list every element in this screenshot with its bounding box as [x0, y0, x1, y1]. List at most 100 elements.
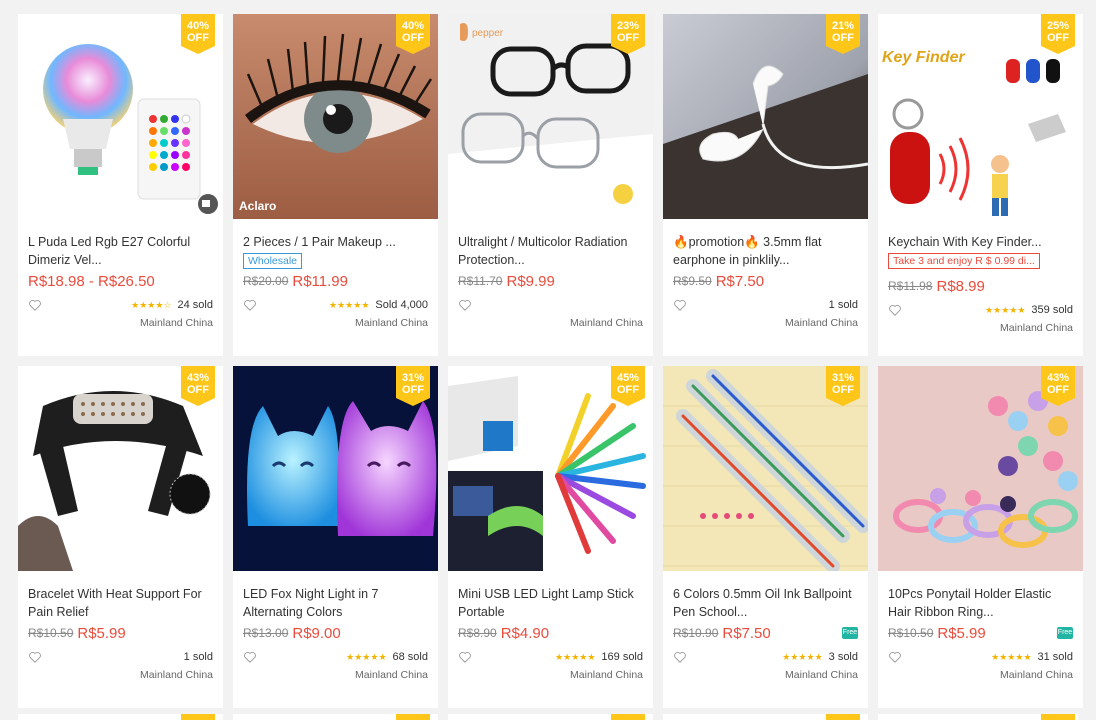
product-card[interactable]: Key Finder 25% OFF Keychain With Key Find… — [878, 14, 1083, 356]
current-price: R$11.99 — [292, 272, 348, 290]
heart-icon[interactable] — [243, 650, 257, 664]
svg-text:Key Finder: Key Finder — [882, 49, 965, 66]
ship-location: Mainland China — [355, 669, 428, 681]
discount-badge: 31% OFF — [396, 366, 430, 406]
product-image[interactable]: pepper 23% OFF — [448, 14, 653, 219]
heart-icon[interactable] — [888, 303, 902, 317]
sold-count: Sold 4,000 — [375, 299, 428, 311]
product-image[interactable]: 40% OFF — [18, 14, 223, 219]
heart-icon[interactable] — [888, 650, 902, 664]
meta-row: ★★★★★ 68 sold — [243, 649, 428, 665]
heart-icon[interactable] — [673, 298, 687, 312]
price-row: R$10.90 R$7.50 Free — [673, 623, 858, 643]
product-grid: 40% OFF L Puda Led Rgb E27 Colorful Dimer… — [18, 14, 1083, 708]
product-card[interactable]: 45% OFF Mini USB LED Light Lamp Stick Por… — [448, 366, 653, 708]
rating-stars: ★★★★★ — [985, 304, 1026, 315]
ship-location: Mainland China — [570, 317, 643, 329]
product-title[interactable]: Mini USB LED Light Lamp Stick Portable — [458, 585, 643, 621]
product-image[interactable]: 31% OFF — [233, 366, 438, 571]
product-card[interactable]: 31% OFF 6 Colors 0.5mm Oil Ink Ballpoint … — [663, 366, 868, 708]
current-price: R$5.99 — [937, 624, 986, 642]
current-price: R$7.50 — [715, 272, 765, 290]
product-image[interactable]: 43% OFF — [878, 366, 1083, 571]
original-price: R$10.50 — [28, 626, 74, 640]
product-title[interactable]: LED Fox Night Light in 7 Alternating Col… — [243, 585, 428, 621]
ship-location: Mainland China — [140, 669, 213, 681]
product-card[interactable]: 40% OFF L Puda Led Rgb E27 Colorful Dimer… — [18, 14, 223, 356]
sold-count: 1 sold — [183, 651, 213, 663]
heart-icon[interactable] — [243, 298, 257, 312]
product-card[interactable]: 43% OFF 10Pcs Ponytail Holder Elastic Hai… — [878, 366, 1083, 708]
heart-icon[interactable] — [673, 650, 687, 664]
heart-icon[interactable] — [458, 298, 472, 312]
current-price: R$4.90 — [500, 624, 550, 642]
current-price: R$18.98 - R$26.50 — [28, 272, 155, 290]
ship-location: Mainland China — [1000, 322, 1073, 334]
discount-badge: 45% OFF — [611, 366, 645, 406]
meta-row — [458, 297, 643, 313]
product-image[interactable]: 43% OFF — [18, 366, 223, 571]
rating-stars: ★★★★★ — [346, 651, 387, 662]
discount-badge: 31% OFF — [826, 366, 860, 406]
product-image[interactable]: Key Finder 25% OFF — [878, 14, 1083, 219]
price-row: R$10.50 R$5.99 — [28, 623, 213, 643]
sold-count: 31 sold — [1037, 651, 1073, 663]
product-image[interactable]: 45% OFF — [448, 366, 653, 571]
heart-icon[interactable] — [458, 650, 472, 664]
current-price: R$9.99 — [506, 272, 555, 290]
next-row-cards-peek — [18, 714, 1078, 720]
original-price: R$10.50 — [888, 626, 934, 640]
meta-row: 1 sold — [673, 297, 858, 313]
product-title[interactable]: L Puda Led Rgb E27 Colorful Dimeriz Vel.… — [28, 233, 213, 269]
product-title[interactable]: 10Pcs Ponytail Holder Elastic Hair Ribbo… — [888, 585, 1073, 621]
ship-location: Mainland China — [140, 317, 213, 329]
original-price: R$11.98 — [888, 279, 933, 293]
product-title[interactable]: Keychain With Key Finder... — [888, 233, 1073, 251]
product-card[interactable]: 43% OFF Bracelet With Heat Support For Pa… — [18, 366, 223, 708]
price-row: R$13.00 R$9.00 — [243, 623, 428, 643]
heart-icon[interactable] — [28, 298, 42, 312]
discount-badge: 21% OFF — [826, 14, 860, 54]
rating-stars: ★★★★★ — [991, 651, 1032, 662]
meta-row: ★★★★★ 31 sold — [888, 649, 1073, 665]
product-card[interactable]: pepper 23% OFF Ultralight / Multicolor Ra… — [448, 14, 653, 356]
price-row: R$10.50 R$5.99 Free — [888, 623, 1073, 643]
price-row: R$9.50 R$7.50 — [673, 271, 858, 291]
meta-row: ★★★★★ 359 sold — [888, 302, 1073, 318]
product-title[interactable]: 2 Pieces / 1 Pair Makeup ... — [243, 233, 428, 251]
current-price: R$5.99 — [77, 624, 126, 642]
product-image[interactable]: 21% OFF — [663, 14, 868, 219]
product-image[interactable]: 31% OFF — [663, 366, 868, 571]
product-card[interactable]: 31% OFF LED Fox Night Light in 7 Alternat… — [233, 366, 438, 708]
product-title[interactable]: 6 Colors 0.5mm Oil Ink Ballpoint Pen Sch… — [673, 585, 858, 621]
heart-icon[interactable] — [28, 650, 42, 664]
current-price: R$8.99 — [936, 277, 985, 295]
product-image[interactable]: Aclaro 40% OFF — [233, 14, 438, 219]
product-title[interactable]: 🔥promotion🔥 3.5mm flat earphone in pinkl… — [673, 233, 858, 269]
free-shipping-icon: Free — [842, 627, 858, 639]
product-card[interactable]: 21% OFF 🔥promotion🔥 3.5mm flat earphone i… — [663, 14, 868, 356]
product-title[interactable]: Ultralight / Multicolor Radiation Protec… — [458, 233, 643, 269]
ship-location: Mainland China — [785, 669, 858, 681]
meta-row: ★★★★★ Sold 4,000 — [243, 297, 428, 313]
original-price: R$13.00 — [243, 626, 289, 640]
meta-row: ★★★★★ 169 sold — [458, 649, 643, 665]
ship-location: Mainland China — [355, 317, 428, 329]
discount-badge: 43% OFF — [1041, 366, 1075, 406]
price-row: R$18.98 - R$26.50 — [28, 271, 213, 291]
ship-location: Mainland China — [785, 317, 858, 329]
meta-row: 1 sold — [28, 649, 213, 665]
discount-badge: 25% OFF — [1041, 14, 1075, 54]
rating-stars: ★★★★★ — [329, 299, 370, 310]
discount-badge: 40% OFF — [396, 14, 430, 54]
product-card[interactable]: Aclaro 40% OFF 2 Pieces / 1 Pair Makeup .… — [233, 14, 438, 356]
current-price: R$9.00 — [292, 624, 341, 642]
sold-count: 359 sold — [1031, 304, 1073, 316]
price-row: R$11.70 R$9.99 — [458, 271, 643, 291]
sold-count: 169 sold — [601, 651, 643, 663]
current-price: R$7.50 — [722, 624, 771, 642]
sold-count: 1 sold — [828, 299, 858, 311]
product-title[interactable]: Bracelet With Heat Support For Pain Reli… — [28, 585, 213, 621]
original-price: R$8.90 — [458, 626, 497, 640]
ship-location: Mainland China — [1000, 669, 1073, 681]
